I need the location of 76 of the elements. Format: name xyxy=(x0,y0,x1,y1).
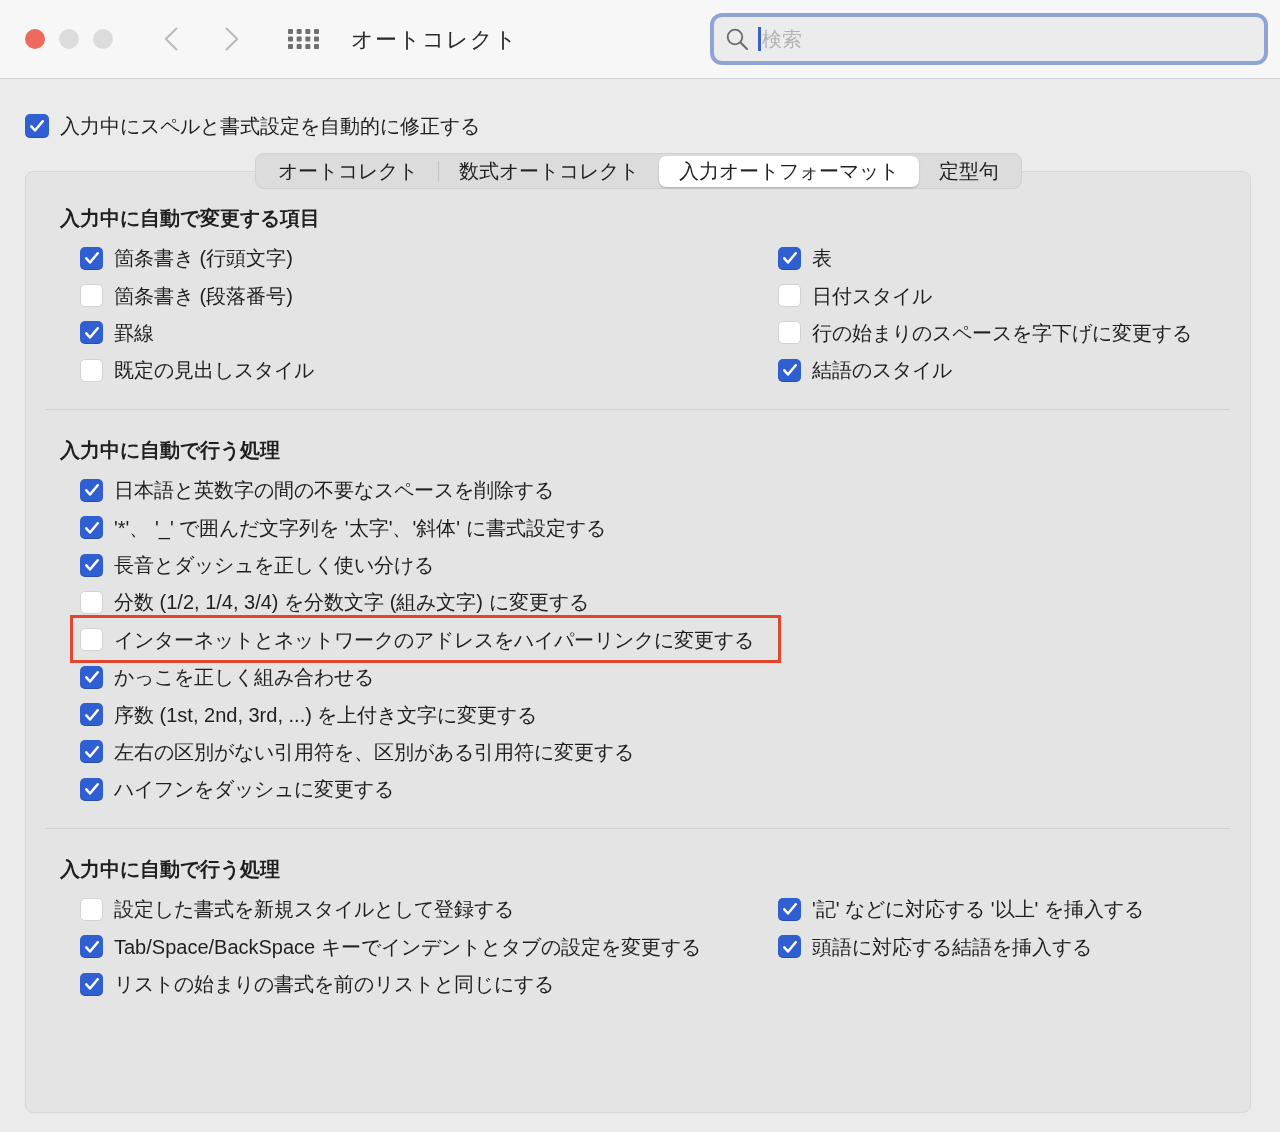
checkbox[interactable] xyxy=(80,972,103,996)
checkbox-label: 既定の見出しスタイル xyxy=(114,358,314,384)
checkbox[interactable] xyxy=(80,246,103,270)
checkbox[interactable] xyxy=(80,284,103,308)
checkbox-label: 日本語と英数字の間の不要なスペースを削除する xyxy=(114,478,554,504)
checkmark-icon xyxy=(84,521,99,534)
checkmark-icon xyxy=(782,903,797,916)
checkbox[interactable] xyxy=(778,284,801,308)
checkmark-icon xyxy=(782,252,797,265)
checkbox[interactable] xyxy=(778,321,801,345)
search-input[interactable]: 検索 xyxy=(761,24,1254,54)
checkbox-label: 箇条書き (段落番号) xyxy=(114,283,293,309)
checkbox-label: Tab/Space/BackSpace キーでインデントとタブの設定を変更する xyxy=(114,934,701,960)
checkbox[interactable] xyxy=(778,358,801,382)
checkmark-icon xyxy=(84,783,99,796)
checkbox-label: 設定した書式を新規スタイルとして登録する xyxy=(114,897,514,923)
checkbox-label: 分数 (1/2, 1/4, 3/4) を分数文字 (組み文字) に変更する xyxy=(114,590,589,616)
checkbox[interactable] xyxy=(80,777,103,801)
checkmark-icon xyxy=(84,671,99,684)
section-heading: 入力中に自動で行う処理 xyxy=(60,857,280,883)
close-button[interactable] xyxy=(25,29,45,49)
checkmark-icon xyxy=(84,252,99,265)
section-heading: 入力中に自動で変更する項目 xyxy=(60,206,320,231)
checkbox[interactable] xyxy=(778,246,801,270)
checkbox[interactable] xyxy=(80,321,103,345)
checkbox[interactable] xyxy=(80,478,103,502)
checkbox[interactable] xyxy=(80,740,103,764)
checkbox-label: '*'、 '_' で囲んだ文字列を '太字'、'斜体' に書式設定する xyxy=(114,515,606,541)
search-field[interactable]: 検索 xyxy=(710,13,1268,65)
checkbox-label: リストの始まりの書式を前のリストと同じにする xyxy=(114,972,554,998)
checkbox[interactable] xyxy=(778,897,801,921)
checkbox[interactable] xyxy=(80,553,103,577)
checkbox-label: 左右の区別がない引用符を、区別がある引用符に変更する xyxy=(114,740,634,765)
checkbox-label: 頭語に対応する結語を挿入する xyxy=(812,934,1092,960)
checkbox[interactable] xyxy=(80,897,103,921)
checkbox-label: 序数 (1st, 2nd, 3rd, ...) を上付き文字に変更する xyxy=(114,702,538,728)
checkbox-label: 箇条書き (行頭文字) xyxy=(114,246,293,272)
checkmark-icon xyxy=(84,978,99,991)
checkbox-label: ハイフンをダッシュに変更する xyxy=(114,777,394,803)
checkmark-icon xyxy=(30,120,44,132)
checkmark-icon xyxy=(84,326,99,339)
checkmark-icon xyxy=(84,484,99,497)
text-cursor xyxy=(758,27,761,51)
checkmark-icon xyxy=(782,364,797,377)
checkbox[interactable] xyxy=(80,935,103,959)
tab[interactable]: 入力オートフォーマット xyxy=(658,155,919,187)
checkbox-label: インターネットとネットワークのアドレスをハイパーリンクに変更する xyxy=(114,627,754,653)
grid-icon[interactable] xyxy=(288,29,319,49)
checkbox-label: かっこを正しく組み合わせる xyxy=(114,665,374,691)
checkbox-label: 行の始まりのスペースを字下げに変更する xyxy=(812,320,1192,346)
tab[interactable]: 定型句 xyxy=(918,155,1019,187)
checkbox-label: 日付スタイル xyxy=(812,283,932,309)
search-icon xyxy=(726,28,748,50)
checkbox-label: 表 xyxy=(812,246,832,272)
section-heading: 入力中に自動で行う処理 xyxy=(60,438,280,464)
checkbox[interactable] xyxy=(80,703,103,727)
checkmark-icon xyxy=(84,940,99,953)
checkbox[interactable] xyxy=(80,358,103,382)
window-title: オートコレクト xyxy=(351,25,518,54)
checkmark-icon xyxy=(84,708,99,721)
checkbox[interactable] xyxy=(25,114,49,138)
checkbox-label: 罫線 xyxy=(114,320,154,346)
checkbox[interactable] xyxy=(80,665,103,689)
tab[interactable]: 数式オートコレクト xyxy=(438,155,659,187)
checkbox[interactable] xyxy=(778,935,801,959)
checkmark-icon xyxy=(84,559,99,572)
checkbox[interactable] xyxy=(80,628,103,652)
checkmark-icon xyxy=(84,746,99,758)
checkbox[interactable] xyxy=(80,590,103,614)
checkbox-label: 入力中にスペルと書式設定を自動的に修正する xyxy=(60,114,480,139)
checkbox-label: 長音とダッシュを正しく使い分ける xyxy=(114,553,434,579)
checkbox[interactable] xyxy=(80,516,103,540)
tab[interactable]: オートコレクト xyxy=(257,155,438,187)
checkbox-label: '記' などに対応する '以上' を挿入する xyxy=(812,897,1144,923)
checkmark-icon xyxy=(782,940,797,953)
checkbox-label: 結語のスタイル xyxy=(812,358,952,384)
